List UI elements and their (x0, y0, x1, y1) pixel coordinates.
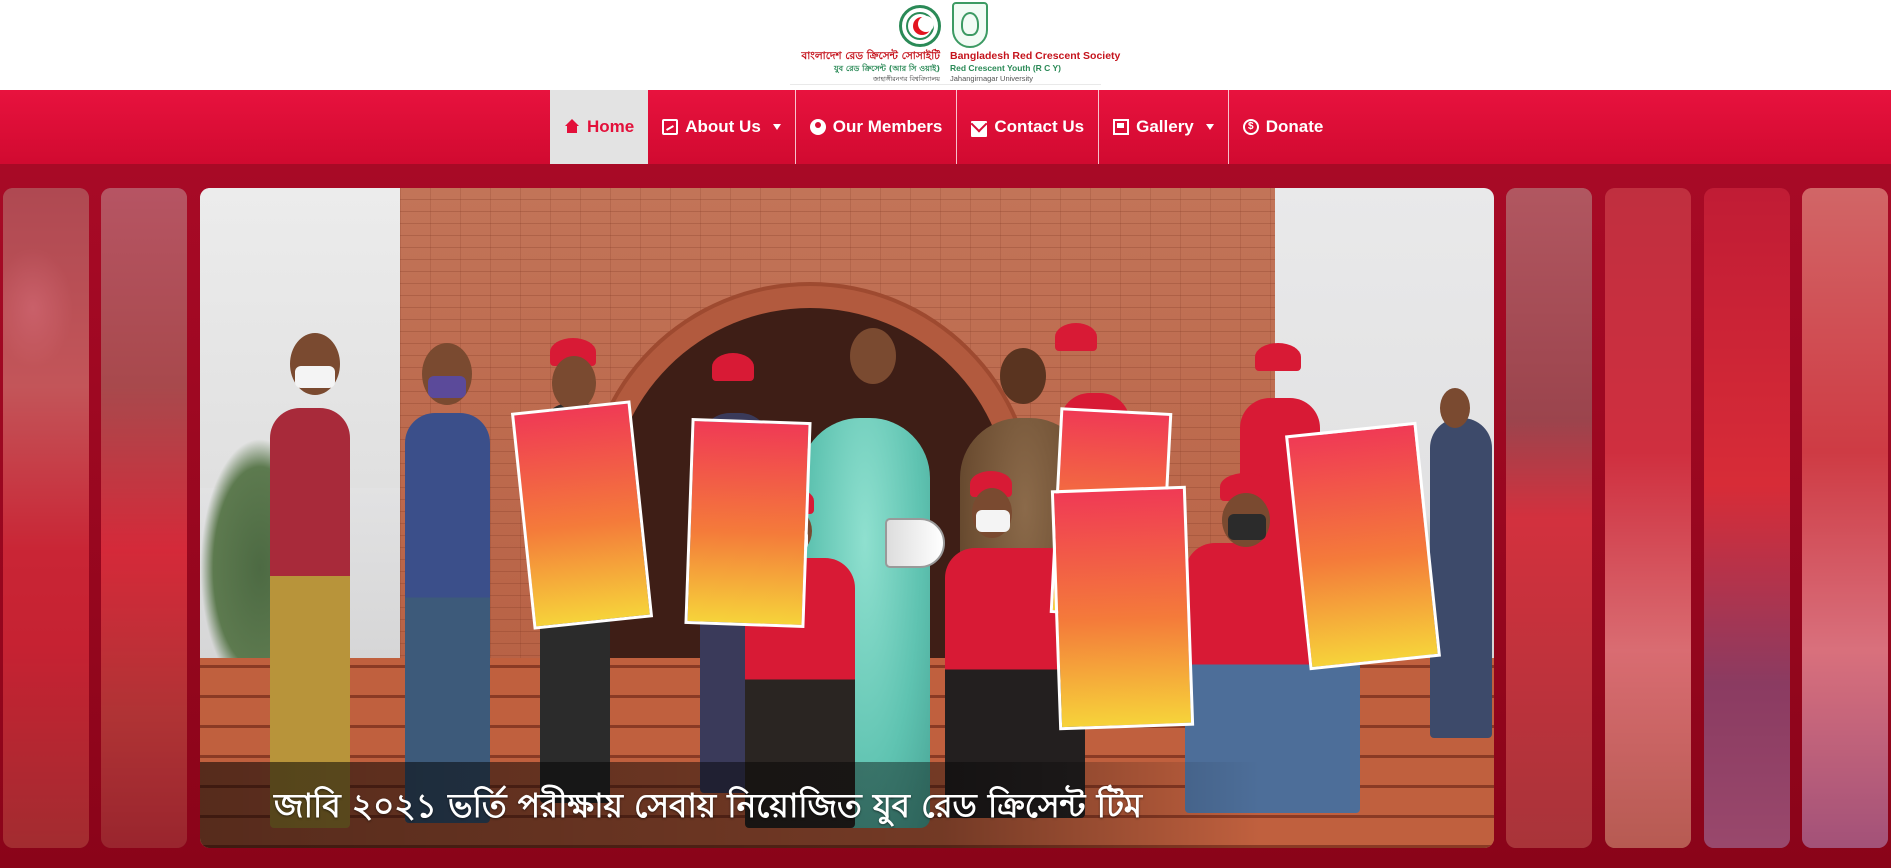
nav-item-gallery[interactable]: Gallery (1099, 90, 1229, 164)
logo-en-line2: Red Crescent Youth (R C Y) (950, 63, 1061, 73)
slide-caption-text: জাবি ২০২১ ভর্তি পরীক্ষায় সেবায় নিয়োজি… (274, 786, 1142, 825)
envelope-icon (971, 121, 988, 137)
slide-thumbnail[interactable] (1605, 188, 1691, 848)
slide-thumbnail[interactable] (1704, 188, 1790, 848)
logo-text-english: Bangladesh Red Crescent Society Red Cres… (950, 50, 1121, 84)
nav-item-about-us[interactable]: About Us (648, 90, 796, 164)
images-icon (1113, 119, 1130, 135)
nav-item-label: Donate (1265, 117, 1324, 136)
slide-thumbnail[interactable] (1506, 188, 1592, 848)
logo-bn-line1: বাংলাদেশ রেড ক্রিসেন্ট সোসাইটি (801, 50, 940, 62)
red-crescent-emblem-icon (899, 5, 941, 47)
nav-item-label: Our Members (832, 117, 943, 136)
hero-slider[interactable]: জাবি ২০২১ ভর্তি পরীক্ষায় সেবায় নিয়োজি… (0, 164, 1891, 868)
logo-bn-line2: যুব রেড ক্রিসেন্ট (আর সি ওয়াই) (834, 64, 940, 73)
site-logo[interactable]: বাংলাদেশ রেড ক্রিসেন্ট সোসাইটি যুব রেড ক… (790, 2, 1121, 85)
slide-thumbnail[interactable] (101, 188, 187, 848)
id-card-icon (662, 119, 679, 135)
logo-en-line1: Bangladesh Red Crescent Society (950, 50, 1121, 62)
nav-item-label: About Us (685, 117, 761, 136)
nav-menu: Home About Us Our Members Contact Us Gal… (550, 90, 1337, 164)
nav-item-home[interactable]: Home (550, 90, 649, 164)
slide-image (200, 188, 1494, 848)
logo-text-bangla: বাংলাদেশ রেড ক্রিসেন্ট সোসাইটি যুব রেড ক… (790, 50, 940, 84)
nav-item-label: Contact Us (994, 117, 1085, 136)
caret-down-icon (772, 124, 781, 130)
main-navbar: Home About Us Our Members Contact Us Gal… (0, 90, 1891, 164)
caret-down-icon (1205, 124, 1214, 130)
slide-caption: জাবি ২০২১ ভর্তি পরীক্ষায় সেবায় নিয়োজি… (200, 762, 1260, 848)
megaphone-icon (885, 518, 945, 568)
active-slide[interactable]: জাবি ২০২১ ভর্তি পরীক্ষায় সেবায় নিয়োজি… (200, 188, 1494, 848)
nav-item-label: Gallery (1136, 117, 1194, 136)
slide-thumbnail[interactable] (3, 188, 89, 848)
university-seal-icon (952, 2, 988, 48)
dollar-circle-icon: $ (1242, 119, 1259, 135)
site-header: বাংলাদেশ রেড ক্রিসেন্ট সোসাইটি যুব রেড ক… (0, 0, 1891, 90)
slide-thumbnail[interactable] (1802, 188, 1888, 848)
nav-item-contact-us[interactable]: Contact Us (957, 90, 1100, 164)
logo-en-line3: Jahangirnagar University (950, 74, 1033, 83)
nav-item-donate[interactable]: $ Donate (1229, 90, 1338, 164)
logo-bn-line3: জাহাঙ্গীরনগর বিশ্ববিদ্যালয় (872, 75, 940, 83)
home-icon (564, 119, 580, 135)
nav-item-label: Home (587, 117, 635, 136)
nav-item-our-members[interactable]: Our Members (796, 90, 958, 164)
user-circle-icon (809, 119, 826, 135)
